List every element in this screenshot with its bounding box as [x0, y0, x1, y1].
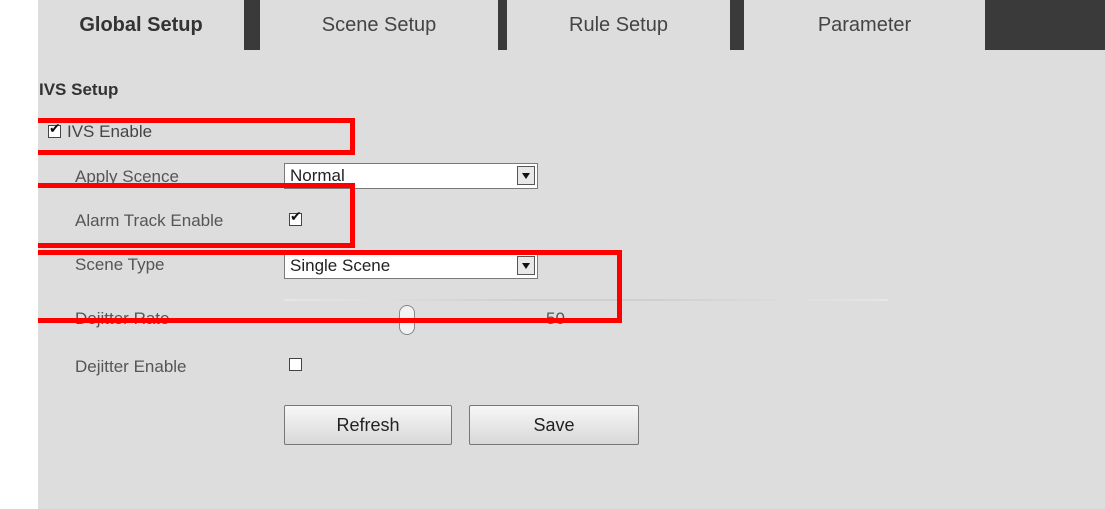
scene-type-value: Single Scene: [290, 256, 391, 275]
tab-bar: Global Setup Scene Setup Rule Setup Para…: [38, 0, 1105, 50]
chevron-down-icon[interactable]: [517, 166, 535, 185]
apply-scene-value: Normal: [290, 166, 345, 185]
refresh-button[interactable]: Refresh: [284, 405, 452, 445]
ivs-enable-checkbox[interactable]: ✔: [48, 121, 61, 138]
dejitter-rate-slider-handle[interactable]: [399, 305, 415, 335]
settings-panel: Global Setup Scene Setup Rule Setup Para…: [38, 0, 1105, 509]
tab-parameter[interactable]: Parameter: [744, 0, 985, 50]
ivs-enable-label: IVS Enable: [67, 122, 153, 141]
dejitter-rate-label: Dejitter Rate: [75, 309, 170, 328]
dejitter-rate-slider-track[interactable]: [284, 299, 888, 301]
tab-scene-setup[interactable]: Scene Setup: [260, 0, 498, 50]
tab-rule-setup[interactable]: Rule Setup: [507, 0, 730, 50]
save-button[interactable]: Save: [469, 405, 639, 445]
checkmark-icon: ✔: [290, 209, 302, 225]
scene-type-select[interactable]: Single Scene: [284, 253, 538, 279]
scene-type-label: Scene Type: [75, 255, 165, 274]
chevron-down-icon[interactable]: [517, 256, 535, 275]
tab-global-setup[interactable]: Global Setup: [38, 0, 244, 50]
apply-scene-label: Apply Scence: [75, 167, 179, 186]
section-title: IVS Setup: [39, 80, 119, 99]
dejitter-enable-checkbox[interactable]: [289, 358, 302, 371]
dejitter-rate-value: 50: [546, 309, 565, 328]
apply-scene-select[interactable]: Normal: [284, 163, 538, 189]
dejitter-enable-label: Dejitter Enable: [75, 357, 187, 376]
alarm-track-checkbox[interactable]: ✔: [289, 209, 302, 226]
alarm-track-label: Alarm Track Enable: [75, 211, 224, 230]
checkmark-icon: ✔: [49, 121, 61, 137]
